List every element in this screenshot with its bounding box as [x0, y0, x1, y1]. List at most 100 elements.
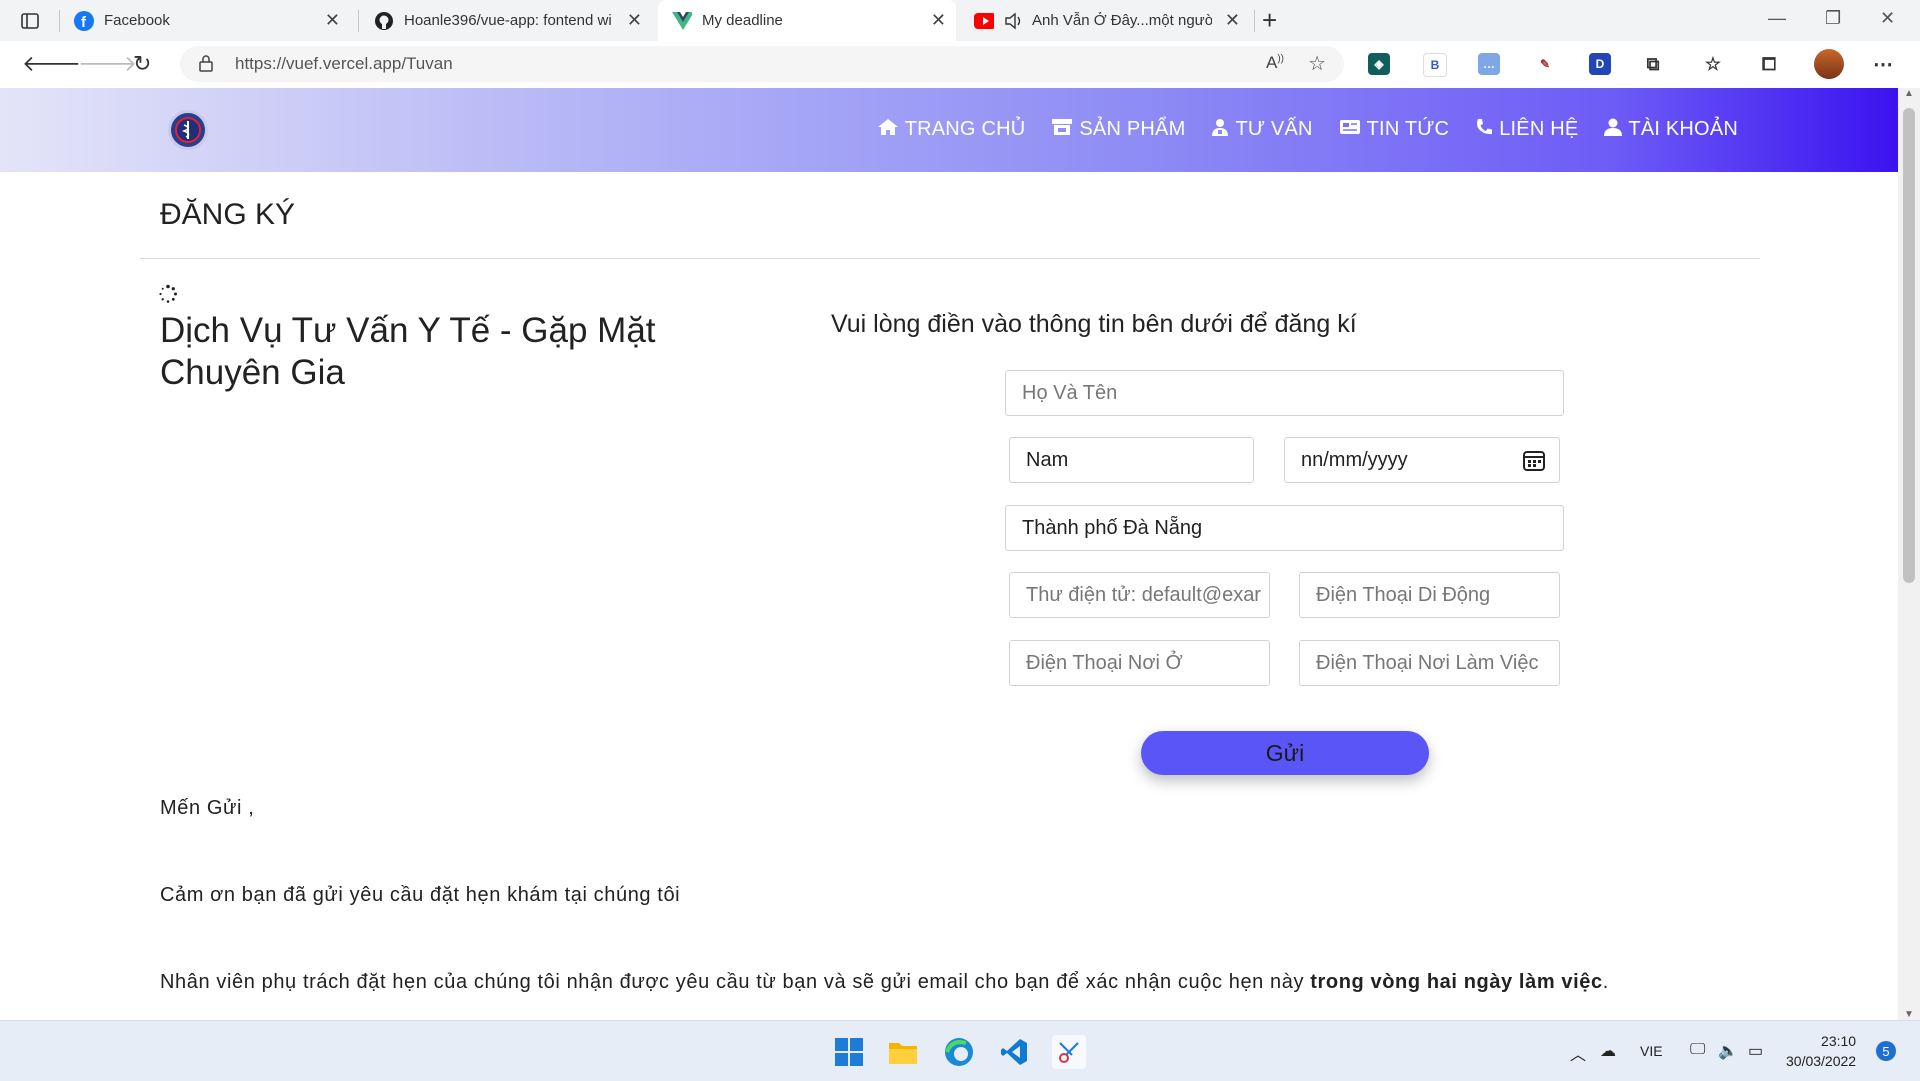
close-tab-icon[interactable]: ✕ — [325, 10, 340, 31]
email-input[interactable]: Thư điện tử: default@exar — [1009, 572, 1270, 618]
user-icon — [1604, 118, 1623, 141]
minimize-icon[interactable]: — — [1768, 8, 1786, 29]
network-icon[interactable]: 🖵 — [1690, 1041, 1705, 1059]
onedrive-cloud-icon[interactable]: ☁ — [1600, 1041, 1616, 1061]
site-logo[interactable] — [168, 110, 208, 150]
clock-time: 23:10 — [1821, 1033, 1857, 1049]
system-clock[interactable]: 23:10 30/03/2022 — [1786, 1031, 1856, 1071]
nav-consult[interactable]: TƯ VẤN — [1211, 118, 1312, 141]
browser-tab-bar: f Facebook ✕ Hoanle396/vue-app: fontend … — [0, 0, 1920, 41]
close-tab-icon[interactable]: ✕ — [1225, 10, 1240, 31]
loading-spinner-icon — [159, 284, 177, 303]
github-icon — [374, 11, 394, 31]
refresh-icon[interactable]: ↻ — [133, 51, 151, 77]
show-hidden-icons-icon[interactable]: ︿ — [1570, 1041, 1586, 1065]
favorites-icon[interactable]: ☆ — [1702, 53, 1724, 75]
page-title: ĐĂNG KÝ — [160, 198, 296, 231]
profile-avatar[interactable] — [1814, 49, 1844, 79]
extension-b-icon[interactable]: B — [1423, 53, 1447, 77]
nav-home[interactable]: TRANG CHỦ — [877, 118, 1026, 141]
notice-text: Nhân viên phụ trách đặt hẹn của chúng tô… — [160, 971, 1311, 993]
chat-extension-icon[interactable]: … — [1478, 53, 1500, 75]
tab-title: Anh Vẫn Ở Đây...một người — [1032, 12, 1212, 29]
windows-taskbar: ︿ ☁ VIE 🖵 🔈 ▭ 23:10 30/03/2022 5 — [0, 1020, 1920, 1081]
form-instruction: Vui lòng điền vào thông tin bên dưới để … — [831, 310, 1357, 338]
close-window-icon[interactable]: ✕ — [1880, 8, 1895, 29]
add-favorite-icon[interactable]: ☆ — [1308, 51, 1326, 76]
tab-separator — [1254, 10, 1255, 32]
date-of-birth-input[interactable]: nn/mm/yyyy — [1284, 437, 1560, 483]
full-name-input[interactable]: Họ Và Tên — [1005, 370, 1564, 416]
service-title: Dịch Vụ Tư Vấn Y Tế - Gặp Mặt Chuyên Gia — [160, 311, 656, 392]
dropper-extension-icon[interactable]: ✎ — [1534, 53, 1556, 75]
divider — [140, 258, 1760, 259]
tab-title: My deadline — [702, 12, 783, 29]
windows-start-icon[interactable] — [832, 1035, 866, 1069]
extension-icon[interactable]: ◈ — [1368, 53, 1390, 75]
tab-facebook[interactable]: f Facebook ✕ — [60, 0, 350, 41]
nav-news[interactable]: TIN TỨC — [1339, 118, 1450, 141]
city-select[interactable]: Thành phố Đà Nẵng — [1005, 505, 1564, 551]
nav-account[interactable]: TÀI KHOẢN — [1604, 118, 1738, 141]
snipping-tool-icon[interactable] — [1052, 1035, 1086, 1069]
work-phone-input[interactable]: Điện Thoại Nơi Làm Việc — [1299, 640, 1560, 686]
facebook-icon: f — [74, 10, 94, 31]
extension-d-icon[interactable]: D — [1589, 53, 1611, 75]
gender-select[interactable]: Nam — [1009, 437, 1254, 483]
submit-button[interactable]: Gửi — [1141, 731, 1429, 775]
site-header: TRANG CHỦ SẢN PHẨM TƯ VẤN TIN TỨC LIÊN H… — [0, 88, 1898, 172]
letter-notice: Nhân viên phụ trách đặt hẹn của chúng tô… — [160, 971, 1609, 994]
nav-label: TRANG CHỦ — [904, 118, 1026, 140]
calendar-icon[interactable] — [1523, 449, 1545, 477]
plus-icon: + — [1262, 5, 1278, 35]
notification-badge[interactable]: 5 — [1876, 1041, 1896, 1061]
battery-icon[interactable]: ▭ — [1748, 1041, 1763, 1061]
notice-emphasis: trong vòng hai ngày làm việc — [1310, 971, 1603, 993]
home-phone-input[interactable]: Điện Thoại Nơi Ở — [1009, 640, 1270, 686]
read-aloud-icon[interactable]: A)) — [1266, 53, 1284, 73]
tab-my-deadline[interactable]: My deadline ✕ — [658, 0, 956, 41]
language-indicator[interactable]: VIE — [1640, 1043, 1663, 1059]
nav-label: TIN TỨC — [1366, 118, 1450, 140]
edge-browser-icon[interactable] — [942, 1035, 976, 1069]
lock-icon[interactable] — [198, 54, 214, 77]
collections-icon[interactable]: ⧠ — [1758, 53, 1780, 75]
notice-end: . — [1602, 971, 1609, 993]
restore-icon[interactable]: ❐ — [1825, 8, 1841, 29]
scroll-down-icon[interactable]: ▼ — [1904, 1009, 1914, 1020]
user-doctor-icon — [1211, 118, 1229, 141]
nav-products[interactable]: SẢN PHẨM — [1051, 118, 1185, 141]
back-icon[interactable]: 🡐 — [22, 51, 81, 77]
phone-icon — [1475, 118, 1493, 141]
tab-github[interactable]: Hoanle396/vue-app: fontend wi ✕ — [360, 0, 652, 41]
close-tab-icon[interactable]: ✕ — [627, 10, 642, 31]
tab-youtube[interactable]: Anh Vẫn Ở Đây...một người ✕ — [960, 0, 1250, 41]
vscode-icon[interactable] — [997, 1035, 1031, 1069]
store-icon — [1051, 118, 1073, 141]
medical-emblem-icon — [175, 117, 201, 143]
more-options-icon[interactable]: ⋯ — [1872, 53, 1894, 76]
nav-label: TƯ VẤN — [1235, 118, 1313, 140]
speaker-icon[interactable] — [1004, 11, 1024, 31]
url-field[interactable]: https://vuef.vercel.app/Tuvan A)) ☆ — [180, 46, 1344, 82]
newspaper-icon — [1339, 119, 1361, 140]
clock-date: 30/03/2022 — [1786, 1053, 1857, 1069]
tab-actions-button[interactable] — [6, 0, 56, 41]
volume-icon[interactable]: 🔈 — [1718, 1041, 1738, 1061]
forward-icon[interactable]: 🡒 — [78, 51, 137, 77]
nav-contact[interactable]: LIÊN HỆ — [1475, 118, 1578, 141]
tab-title: Facebook — [104, 12, 170, 29]
main-nav: TRANG CHỦ SẢN PHẨM TƯ VẤN TIN TỨC LIÊN H… — [877, 118, 1738, 141]
new-tab-button[interactable]: + — [1262, 0, 1292, 41]
scrollbar-thumb[interactable] — [1903, 108, 1915, 583]
date-placeholder: nn/mm/yyyy — [1301, 448, 1408, 471]
file-explorer-icon[interactable] — [886, 1035, 920, 1069]
page-scrollbar[interactable]: ▲ ▼ — [1898, 88, 1920, 1020]
scroll-up-icon[interactable]: ▲ — [1904, 88, 1914, 99]
extensions-icon[interactable]: ⧉ — [1642, 53, 1664, 75]
youtube-icon — [974, 11, 994, 31]
close-tab-icon[interactable]: ✕ — [931, 10, 946, 31]
home-icon — [877, 118, 899, 141]
mobile-phone-input[interactable]: Điện Thoại Di Động — [1299, 572, 1560, 618]
tab-separator — [358, 10, 359, 32]
